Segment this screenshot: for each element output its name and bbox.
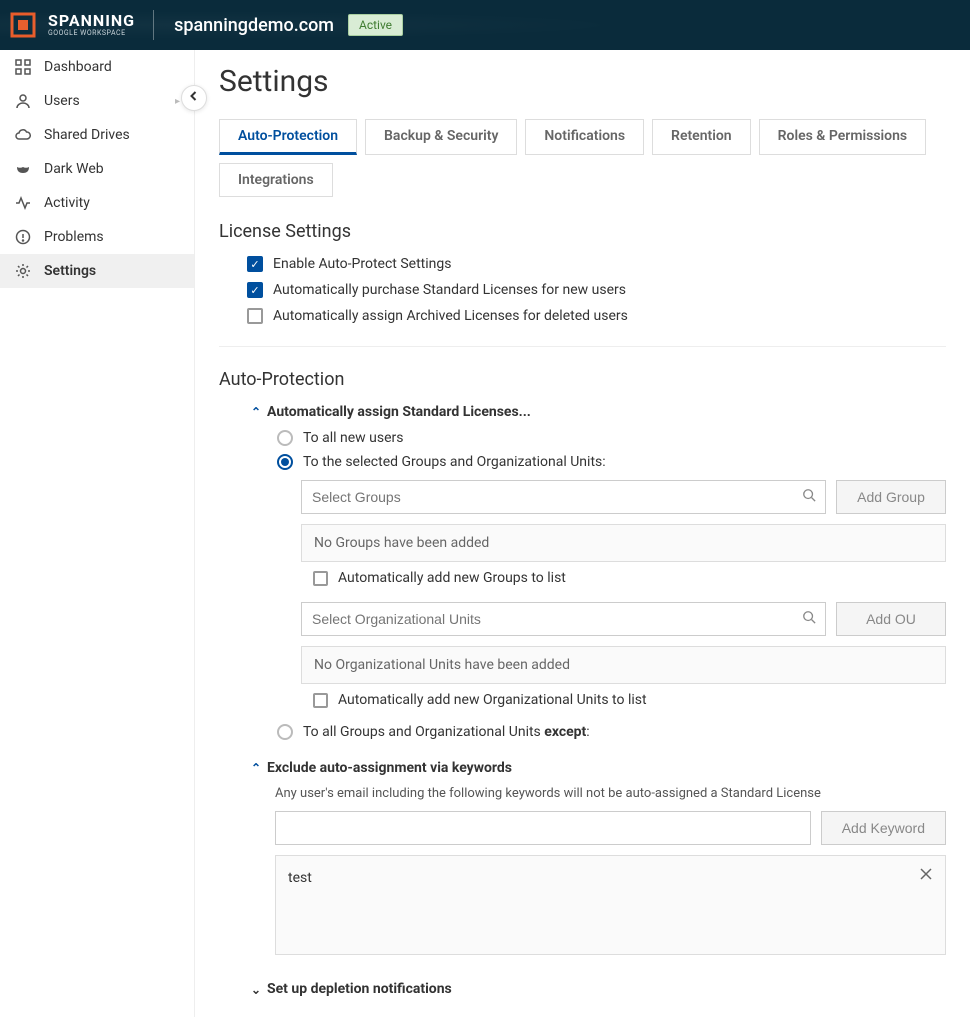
accordion-depletion-notifications[interactable]: ⌃ Set up depletion notifications bbox=[247, 981, 946, 997]
tab-notifications[interactable]: Notifications bbox=[525, 119, 644, 155]
logo-title: SPANNING bbox=[48, 13, 135, 29]
search-icon bbox=[802, 610, 816, 628]
sidebar-item-problems[interactable]: Problems bbox=[0, 220, 194, 254]
sidebar-item-label: Dark Web bbox=[44, 161, 104, 177]
domain-name: spanningdemo.com bbox=[174, 15, 334, 36]
checkbox-auto-purchase[interactable] bbox=[247, 282, 263, 298]
chevron-down-icon: ⌃ bbox=[247, 982, 265, 996]
label-auto-purchase: Automatically purchase Standard Licenses… bbox=[273, 282, 626, 298]
gear-icon bbox=[14, 262, 32, 280]
accordion-label: Set up depletion notifications bbox=[267, 981, 452, 997]
sidebar-item-users[interactable]: Users ▸ bbox=[0, 84, 194, 118]
settings-tabs: Auto-Protection Backup & Security Notifi… bbox=[219, 119, 946, 197]
tab-auto-protection[interactable]: Auto-Protection bbox=[219, 119, 357, 155]
checkbox-auto-add-groups[interactable] bbox=[313, 571, 328, 586]
tab-roles-permissions[interactable]: Roles & Permissions bbox=[759, 119, 926, 155]
close-icon bbox=[919, 867, 933, 881]
sidebar-item-label: Activity bbox=[44, 195, 90, 211]
add-keyword-button[interactable]: Add Keyword bbox=[821, 811, 946, 845]
logo-area: SPANNING GOOGLE WORKSPACE bbox=[0, 0, 153, 50]
header-divider bbox=[153, 10, 154, 40]
chevron-up-icon: ⌃ bbox=[247, 405, 265, 419]
sidebar-item-dashboard[interactable]: Dashboard bbox=[0, 50, 194, 84]
chevron-right-icon: ▸ bbox=[175, 96, 180, 107]
auto-protection-title: Auto-Protection bbox=[219, 369, 946, 390]
section-divider bbox=[219, 346, 946, 347]
add-group-button[interactable]: Add Group bbox=[836, 480, 946, 514]
tab-backup-security[interactable]: Backup & Security bbox=[365, 119, 517, 155]
page-title: Settings bbox=[219, 64, 946, 99]
keyword-chip: test bbox=[288, 870, 312, 886]
sidebar-item-activity[interactable]: Activity bbox=[0, 186, 194, 220]
label-auto-archive: Automatically assign Archived Licenses f… bbox=[273, 308, 628, 324]
select-groups-input[interactable] bbox=[301, 480, 826, 514]
app-header: SPANNING GOOGLE WORKSPACE spanningdemo.c… bbox=[0, 0, 970, 50]
license-settings-title: License Settings bbox=[219, 221, 946, 242]
add-ou-button[interactable]: Add OU bbox=[836, 602, 946, 636]
sidebar-item-label: Dashboard bbox=[44, 59, 112, 75]
search-icon bbox=[802, 488, 816, 506]
remove-keyword-button[interactable] bbox=[919, 866, 933, 885]
label-auto-add-ous: Automatically add new Organizational Uni… bbox=[338, 692, 647, 708]
sidebar-item-dark-web[interactable]: Dark Web bbox=[0, 152, 194, 186]
status-badge: Active bbox=[348, 14, 403, 36]
sidebar-item-label: Shared Drives bbox=[44, 127, 130, 143]
tab-retention[interactable]: Retention bbox=[652, 119, 751, 155]
radio-all-except[interactable] bbox=[277, 724, 293, 740]
checkbox-auto-add-ous[interactable] bbox=[313, 693, 328, 708]
chevron-left-icon bbox=[188, 90, 200, 106]
sidebar-item-label: Settings bbox=[44, 263, 96, 279]
exclude-description: Any user's email including the following… bbox=[275, 786, 946, 801]
groups-empty-message: No Groups have been added bbox=[301, 524, 946, 562]
checkbox-auto-archive[interactable] bbox=[247, 308, 263, 324]
accordion-exclude-keywords[interactable]: ⌃ Exclude auto-assignment via keywords bbox=[247, 760, 946, 776]
radio-label: To the selected Groups and Organizationa… bbox=[303, 454, 606, 470]
radio-label: To all new users bbox=[303, 430, 404, 446]
logo-icon bbox=[8, 10, 38, 40]
main-content: Settings Auto-Protection Backup & Securi… bbox=[195, 50, 970, 1017]
sidebar-collapse-button[interactable] bbox=[181, 85, 207, 111]
checkbox-enable-auto-protect[interactable] bbox=[247, 256, 263, 272]
label-enable-auto-protect: Enable Auto-Protect Settings bbox=[273, 256, 451, 272]
tab-integrations[interactable]: Integrations bbox=[219, 163, 333, 197]
logo-subtitle: GOOGLE WORKSPACE bbox=[48, 30, 135, 37]
activity-icon bbox=[14, 194, 32, 212]
grid-icon bbox=[14, 58, 32, 76]
accordion-label: Exclude auto-assignment via keywords bbox=[267, 760, 512, 776]
accordion-label: Automatically assign Standard Licenses..… bbox=[267, 404, 531, 420]
select-ous-input[interactable] bbox=[301, 602, 826, 636]
sidebar-item-label: Problems bbox=[44, 229, 104, 245]
cloud-icon bbox=[14, 126, 32, 144]
sidebar-item-shared-drives[interactable]: Shared Drives bbox=[0, 118, 194, 152]
radio-all-new-users[interactable] bbox=[277, 430, 293, 446]
keyword-input[interactable] bbox=[275, 811, 811, 845]
label-auto-add-groups: Automatically add new Groups to list bbox=[338, 570, 566, 586]
mask-icon bbox=[14, 160, 32, 178]
info-icon bbox=[14, 228, 32, 246]
radio-selected-groups[interactable] bbox=[277, 454, 293, 470]
user-icon bbox=[14, 92, 32, 110]
radio-label-except: To all Groups and Organizational Units e… bbox=[303, 724, 590, 740]
ous-empty-message: No Organizational Units have been added bbox=[301, 646, 946, 684]
chevron-up-icon: ⌃ bbox=[247, 761, 265, 775]
sidebar-item-settings[interactable]: Settings bbox=[0, 254, 194, 288]
sidebar: Dashboard Users ▸ Shared Drives Dark Web… bbox=[0, 50, 195, 1017]
accordion-assign-licenses[interactable]: ⌃ Automatically assign Standard Licenses… bbox=[247, 404, 946, 420]
sidebar-item-label: Users bbox=[44, 93, 80, 109]
keyword-pool: test bbox=[275, 855, 946, 955]
